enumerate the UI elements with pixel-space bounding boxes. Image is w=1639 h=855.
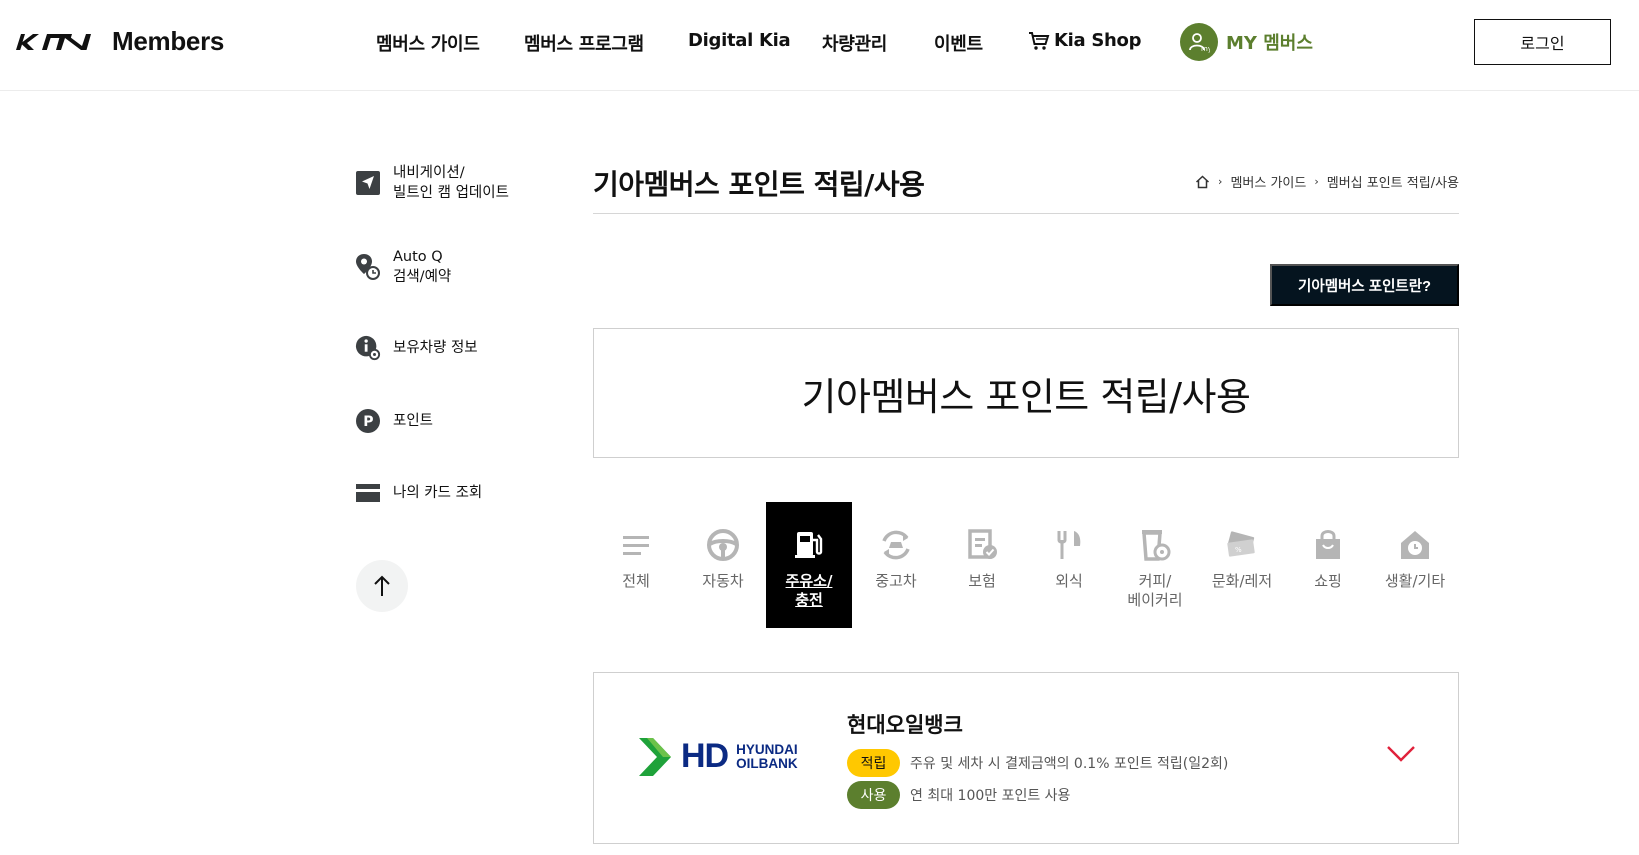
tab-label: 중고차 <box>875 572 917 590</box>
my-members-link[interactable]: my MY 멤버스 <box>1180 23 1313 61</box>
nav-vehicle-management[interactable]: 차량관리 <box>822 30 887 56</box>
tab-used-car[interactable]: 중고차 <box>853 502 939 628</box>
tab-label: 커피/ 베이커리 <box>1127 572 1183 609</box>
tab-label: 보험 <box>968 572 996 590</box>
sidebar-item-my-card[interactable]: 나의 카드 조회 <box>355 480 482 506</box>
shopping-bag-icon <box>1311 528 1345 562</box>
title-divider <box>593 213 1459 214</box>
sidebar-item-label: 포인트 <box>393 413 434 429</box>
sidebar-item-label: 내비게이션/ 빌트인 캠 업데이트 <box>393 165 509 201</box>
tab-label: 생활/기타 <box>1384 572 1446 590</box>
steering-wheel-icon <box>706 528 740 562</box>
arrow-up-icon <box>374 575 390 596</box>
sidebar-item-navigation-update[interactable]: 내비게이션/ 빌트인 캠 업데이트 <box>355 163 509 203</box>
logo-hd-text: HD <box>681 737 729 775</box>
earn-row: 적립 주유 및 세차 시 결제금액의 0.1% 포인트 적립(일2회) <box>847 749 1228 777</box>
use-description: 연 최대 100만 포인트 사용 <box>910 788 1071 804</box>
sidebar-item-label: Auto Q 검색/예약 <box>393 249 452 285</box>
tab-culture-leisure[interactable]: % 문화/레저 <box>1199 502 1285 628</box>
page-title: 기아멤버스 포인트 적립/사용 <box>593 168 925 201</box>
partner-card[interactable]: HD HYUNDAI OILBANK 현대오일뱅크 적립 주유 및 세차 시 결… <box>593 672 1459 844</box>
hero-title: 기아멤버스 포인트 적립/사용 <box>801 374 1251 419</box>
chevron-down-icon[interactable] <box>1386 745 1416 763</box>
category-tabs: 전체 자동차 주유소/ 충전 중고차 보험 외식 커피/ 베이커리 % 문화/레… <box>593 502 1459 628</box>
tab-label: 문화/레저 <box>1211 572 1273 590</box>
tab-shopping[interactable]: 쇼핑 <box>1285 502 1371 628</box>
nav-digital-kia[interactable]: Digital Kia <box>688 30 791 51</box>
breadcrumb-members-guide[interactable]: 멤버스 가이드 <box>1230 172 1306 191</box>
tab-label: 외식 <box>1055 572 1083 590</box>
oilbank-chevron-icon <box>639 737 671 776</box>
location-pin-icon <box>355 254 381 280</box>
my-members-label: MY 멤버스 <box>1226 33 1313 54</box>
nav-kia-shop[interactable]: Kia Shop <box>1028 30 1141 51</box>
ticket-icon: % <box>1225 528 1259 562</box>
hyundai-oilbank-logo: HD HYUNDAI OILBANK <box>639 737 798 776</box>
scroll-top-button[interactable] <box>356 560 408 612</box>
list-icon <box>619 528 653 562</box>
use-row: 사용 연 최대 100만 포인트 사용 <box>847 781 1070 809</box>
nav-members-guide[interactable]: 멤버스 가이드 <box>376 30 480 56</box>
fork-knife-icon <box>1052 528 1086 562</box>
breadcrumb-separator: › <box>1218 175 1223 188</box>
tab-coffee-bakery[interactable]: 커피/ 베이커리 <box>1112 502 1198 628</box>
tab-all[interactable]: 전체 <box>593 502 679 628</box>
nav-members-program[interactable]: 멤버스 프로그램 <box>524 30 644 56</box>
home-icon[interactable] <box>1195 174 1210 189</box>
breadcrumb-current[interactable]: 멤버십 포인트 적립/사용 <box>1327 172 1459 191</box>
svg-text:P: P <box>363 414 373 430</box>
what-is-point-button[interactable]: 기아멤버스 포인트란? <box>1270 264 1459 306</box>
hero-banner: 기아멤버스 포인트 적립/사용 <box>593 328 1459 458</box>
user-avatar-icon: my <box>1180 23 1218 61</box>
used-car-icon <box>879 528 913 562</box>
insurance-icon <box>965 528 999 562</box>
coffee-icon <box>1138 528 1172 562</box>
tab-life-etc[interactable]: 생활/기타 <box>1372 502 1458 628</box>
login-button[interactable]: 로그인 <box>1474 19 1611 65</box>
breadcrumb-separator: › <box>1314 175 1319 188</box>
svg-text:my: my <box>1201 45 1210 53</box>
tab-label: 전체 <box>622 572 650 590</box>
partner-name: 현대오일뱅크 <box>847 713 963 737</box>
tab-label: 자동차 <box>702 572 744 590</box>
nav-event[interactable]: 이벤트 <box>934 30 983 56</box>
logo-sub-text: HYUNDAI OILBANK <box>736 741 798 771</box>
info-icon <box>355 335 381 361</box>
earn-badge: 적립 <box>847 749 900 777</box>
sidebar-item-point[interactable]: P 포인트 <box>355 408 433 434</box>
breadcrumb: › 멤버스 가이드 › 멤버십 포인트 적립/사용 <box>1195 172 1459 191</box>
earn-description: 주유 및 세차 시 결제금액의 0.1% 포인트 적립(일2회) <box>910 756 1229 772</box>
cart-icon <box>1029 31 1050 50</box>
sidebar-item-auto-q[interactable]: Auto Q 검색/예약 <box>355 247 451 287</box>
tab-gas-station[interactable]: 주유소/ 충전 <box>766 502 852 628</box>
tab-label: 주유소/ 충전 <box>785 572 833 609</box>
sidebar-item-label: 나의 카드 조회 <box>393 485 483 501</box>
tab-insurance[interactable]: 보험 <box>939 502 1025 628</box>
tab-car[interactable]: 자동차 <box>680 502 766 628</box>
card-icon <box>355 480 381 506</box>
point-icon: P <box>355 408 381 434</box>
logo-text: Members <box>112 26 225 56</box>
use-badge: 사용 <box>847 781 900 809</box>
sidebar-item-label: 보유차량 정보 <box>393 340 478 356</box>
kia-logo-icon <box>16 33 91 50</box>
svg-text:%: % <box>1235 546 1242 554</box>
navigation-icon <box>355 170 381 196</box>
site-header: Members 멤버스 가이드 멤버스 프로그램 Digital Kia 차량관… <box>0 0 1639 91</box>
sidebar-item-vehicle-info[interactable]: 보유차량 정보 <box>355 335 478 361</box>
nav-kia-shop-label: Kia Shop <box>1054 30 1142 51</box>
kia-members-logo[interactable]: Members <box>12 26 224 57</box>
tab-label: 쇼핑 <box>1314 572 1342 590</box>
fuel-pump-icon <box>792 528 826 562</box>
tab-dining[interactable]: 외식 <box>1026 502 1112 628</box>
home-clock-icon <box>1398 528 1432 562</box>
